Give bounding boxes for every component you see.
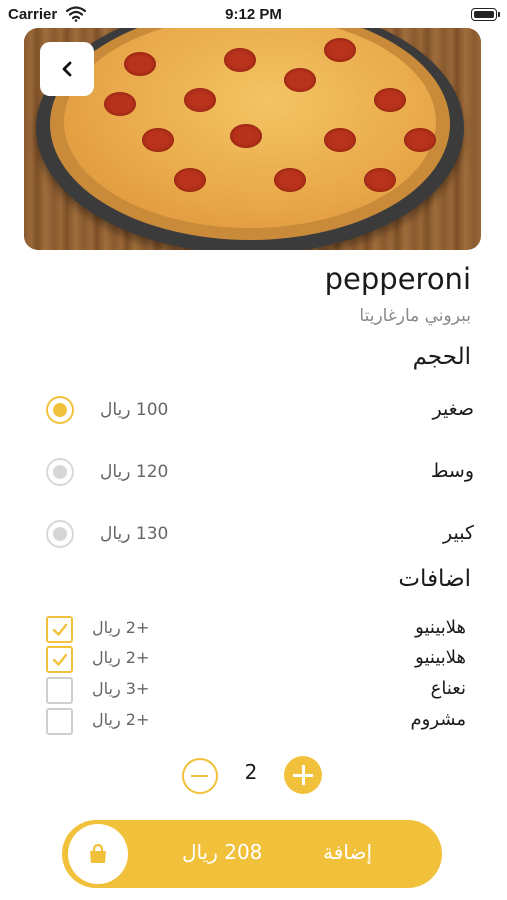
pepperoni-slice <box>124 52 156 76</box>
addon-price: +3 ريال <box>92 679 150 698</box>
pepperoni-slice <box>284 68 316 92</box>
decrease-quantity-button[interactable] <box>182 758 218 794</box>
addon-price: +2 ريال <box>92 710 150 729</box>
size-option-small[interactable]: 100 ريال صغير <box>44 394 474 430</box>
back-button[interactable] <box>40 42 94 96</box>
checkbox-unchecked[interactable] <box>46 677 73 704</box>
pepperoni-slice <box>142 128 174 152</box>
product-subtitle: ببروني مارغاريتا <box>359 306 471 326</box>
addons-section-title: اضافات <box>398 566 471 592</box>
pepperoni-slice <box>324 38 356 62</box>
addon-label: هلابينيو <box>415 647 466 668</box>
size-price: 100 ريال <box>100 400 169 420</box>
add-to-cart-button[interactable]: 208 ريال إضافة <box>62 820 442 888</box>
pepperoni-slice <box>274 168 306 192</box>
product-image <box>24 28 481 250</box>
pepperoni-slice <box>224 48 256 72</box>
size-option-large[interactable]: 130 ريال كبير <box>44 518 474 554</box>
battery-icon <box>471 8 500 21</box>
checkbox-checked[interactable] <box>46 616 73 643</box>
radio-selected[interactable] <box>46 396 74 424</box>
cart-icon-container <box>68 824 128 884</box>
pepperoni-slice <box>374 88 406 112</box>
add-total-price: 208 ريال <box>182 840 263 864</box>
pepperoni-slice <box>364 168 396 192</box>
checkbox-unchecked[interactable] <box>46 708 73 735</box>
pepperoni-slice <box>174 168 206 192</box>
checkbox-checked[interactable] <box>46 646 73 673</box>
addon-item[interactable]: +2 ريال هلابينيو <box>46 616 466 644</box>
pepperoni-slice <box>184 88 216 112</box>
chevron-left-icon <box>62 61 72 77</box>
radio-unselected[interactable] <box>46 520 74 548</box>
addon-item[interactable]: +2 ريال هلابينيو <box>46 646 466 674</box>
size-section-title: الحجم <box>412 344 471 370</box>
pepperoni-slice <box>104 92 136 116</box>
addon-price: +2 ريال <box>92 648 150 667</box>
size-label: وسط <box>430 460 474 482</box>
size-option-medium[interactable]: 120 ريال وسط <box>44 456 474 492</box>
addon-item[interactable]: +2 ريال مشروم <box>46 708 466 736</box>
addon-label: مشروم <box>410 709 466 730</box>
add-label: إضافة <box>323 840 372 864</box>
shopping-bag-icon <box>90 843 106 863</box>
pepperoni-slice <box>230 124 262 148</box>
product-title: pepperoni <box>324 262 471 296</box>
addon-price: +2 ريال <box>92 618 150 637</box>
quantity-value: 2 <box>244 760 258 784</box>
size-price: 130 ريال <box>100 524 169 544</box>
addon-label: هلابينيو <box>415 617 466 638</box>
radio-unselected[interactable] <box>46 458 74 486</box>
size-label: كبير <box>443 522 474 544</box>
size-label: صغير <box>432 398 474 420</box>
increase-quantity-button[interactable] <box>284 756 322 794</box>
addon-item[interactable]: +3 ريال نعناع <box>46 677 466 705</box>
addon-label: نعناع <box>430 678 466 699</box>
status-time: 9:12 PM <box>225 6 282 23</box>
pepperoni-slice <box>324 128 356 152</box>
status-bar: Carrier 9:12 PM <box>0 0 507 30</box>
size-price: 120 ريال <box>100 462 169 482</box>
pepperoni-slice <box>404 128 436 152</box>
